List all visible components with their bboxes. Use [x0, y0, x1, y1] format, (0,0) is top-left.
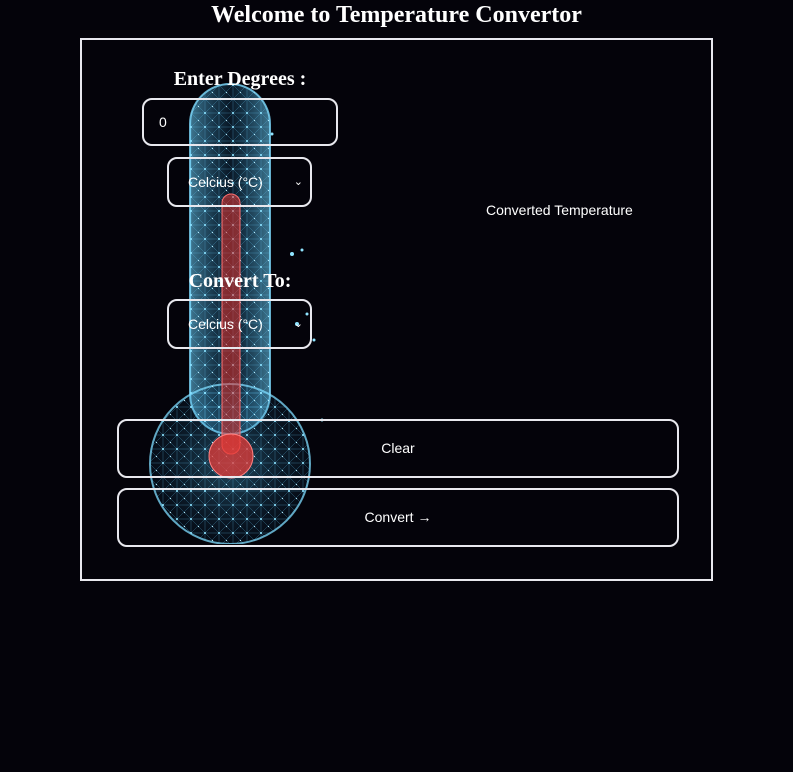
convert-to-label: Convert To:	[188, 270, 292, 292]
convert-button[interactable]: Convert →	[117, 488, 679, 547]
to-unit-select[interactable]: Celcius (°C) ⌄	[167, 299, 312, 349]
chevron-down-icon: ⌄	[293, 318, 303, 330]
chevron-down-icon: ⌄	[293, 176, 303, 188]
from-unit-selected: Celcius (°C)	[188, 174, 263, 190]
converted-temperature-output: Converted Temperature	[486, 202, 633, 218]
page-title: Welcome to Temperature Convertor	[211, 2, 582, 28]
enter-degrees-label: Enter Degrees :	[173, 68, 307, 90]
from-unit-select[interactable]: Celcius (°C) ⌄	[167, 157, 312, 207]
page: Welcome to Temperature Convertor Enter D…	[0, 0, 793, 772]
to-unit-selected: Celcius (°C)	[188, 316, 263, 332]
converter-panel: Enter Degrees : 0 Celcius (°C) ⌄ Convert…	[80, 38, 713, 581]
clear-button[interactable]: Clear	[117, 419, 679, 478]
degrees-input[interactable]: 0	[142, 98, 338, 146]
